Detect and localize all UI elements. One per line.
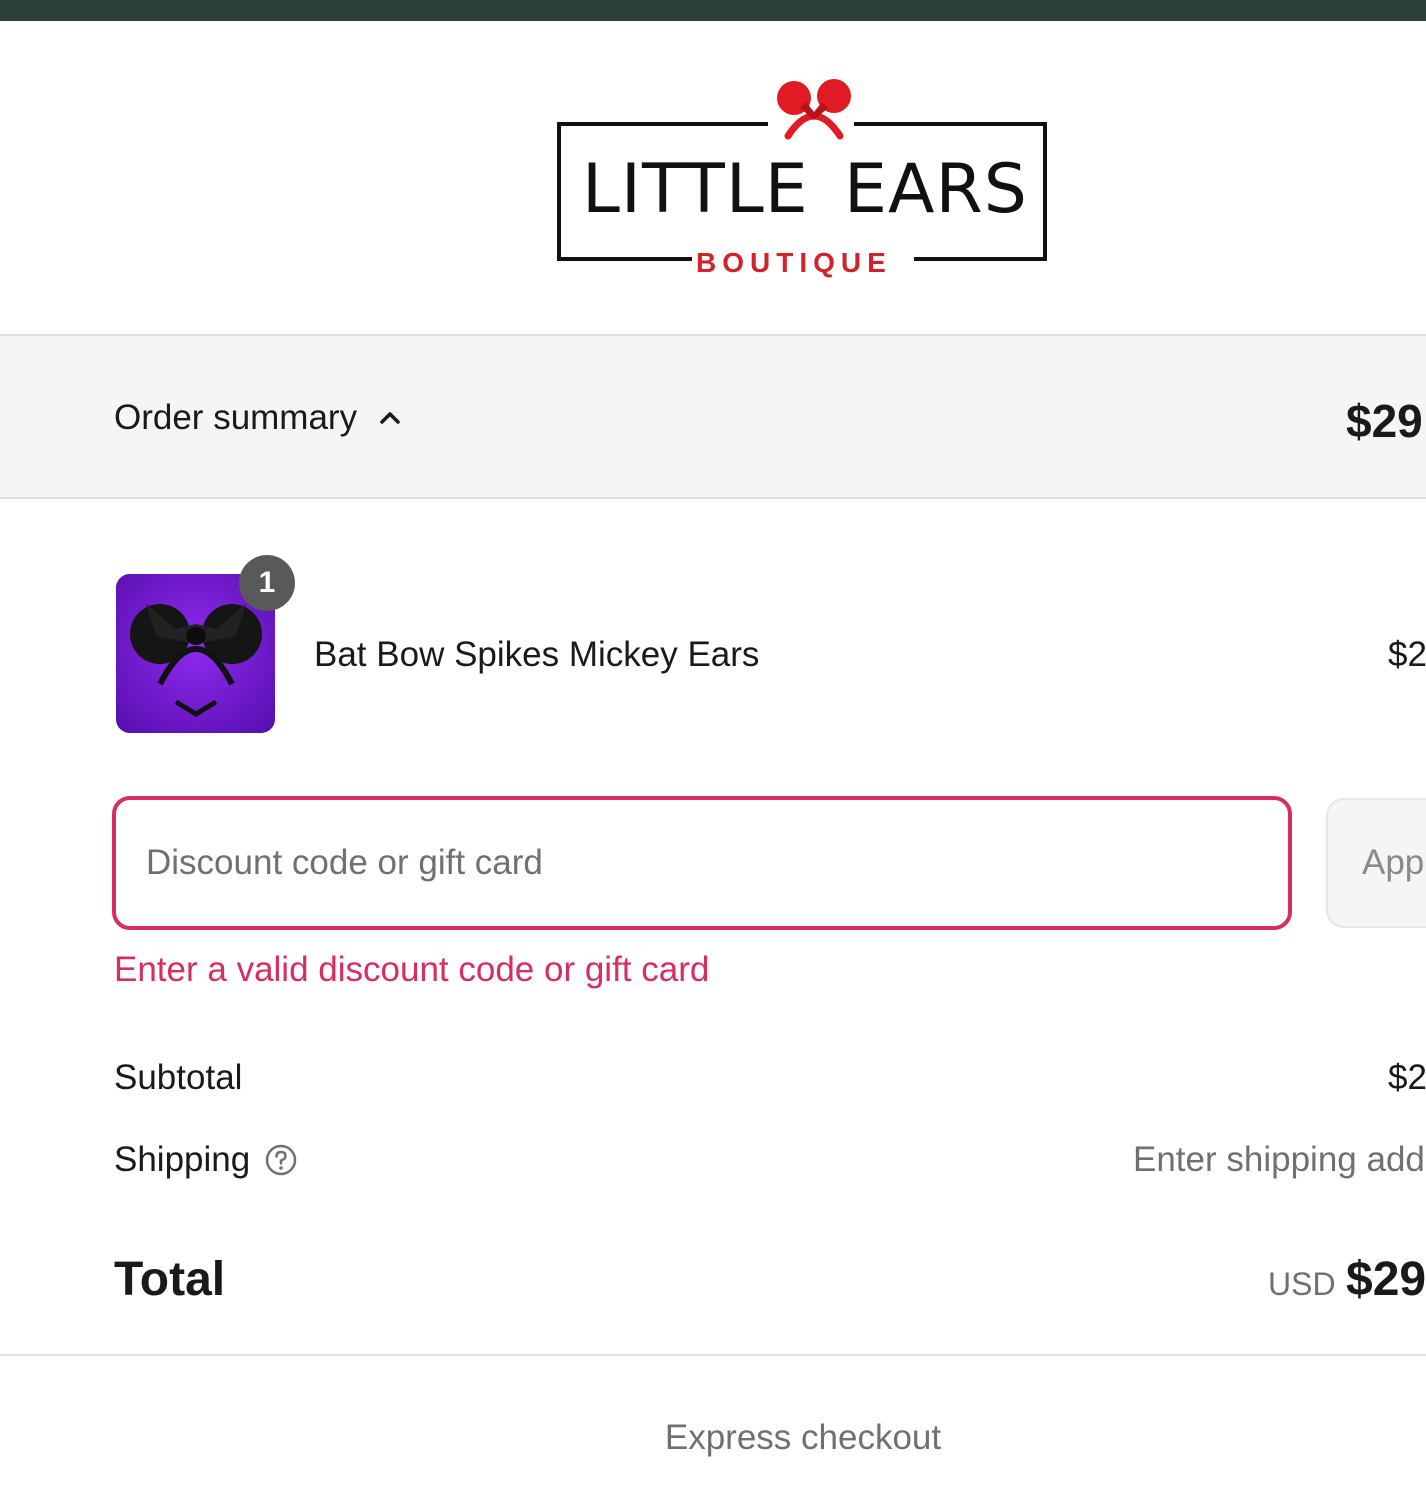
order-summary-total: $29 bbox=[1346, 395, 1423, 447]
shipping-value: Enter shipping add bbox=[1133, 1140, 1425, 1179]
order-summary-bar: Order summary $29 bbox=[0, 334, 1426, 499]
logo-text-little: LITTLE bbox=[582, 150, 809, 229]
total-value: $29 bbox=[1346, 1253, 1426, 1306]
question-circle-icon[interactable] bbox=[264, 1143, 298, 1177]
top-bar bbox=[0, 0, 1426, 21]
subtotal-label: Subtotal bbox=[114, 1058, 243, 1097]
chevron-up-icon bbox=[380, 412, 400, 424]
product-price: $2 bbox=[1388, 635, 1426, 674]
total-currency: USD bbox=[1268, 1266, 1336, 1302]
quantity-badge: 1 bbox=[239, 555, 295, 611]
subtotal-value: $2 bbox=[1388, 1058, 1426, 1097]
order-summary-label: Order summary bbox=[114, 398, 358, 437]
express-checkout-heading: Express checkout bbox=[664, 1418, 942, 1457]
logo-text-boutique: BOUTIQUE bbox=[696, 247, 892, 278]
discount-error-message: Enter a valid discount code or gift card bbox=[114, 950, 710, 989]
section-divider bbox=[0, 1354, 1426, 1356]
discount-code-input[interactable] bbox=[112, 796, 1292, 930]
total-label: Total bbox=[114, 1253, 226, 1306]
store-logo[interactable]: LITTLE EARS BOUTIQUE bbox=[554, 76, 1054, 281]
product-name: Bat Bow Spikes Mickey Ears bbox=[314, 635, 760, 674]
shipping-row: Shipping bbox=[114, 1140, 298, 1180]
mickey-ears-icon bbox=[777, 79, 851, 140]
shipping-label: Shipping bbox=[114, 1140, 251, 1179]
logo-text-ears: EARS bbox=[844, 150, 1028, 229]
apply-discount-button[interactable]: App bbox=[1326, 798, 1426, 928]
order-summary-toggle[interactable]: Order summary bbox=[114, 398, 405, 438]
